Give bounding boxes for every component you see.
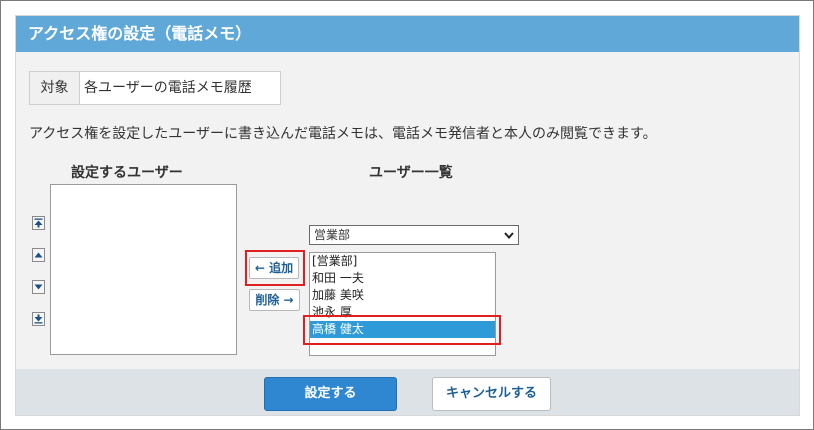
selected-users-list[interactable] <box>50 184 237 355</box>
add-button[interactable]: ← 追加 <box>249 257 299 279</box>
footer-bar: 設定する キャンセルする <box>16 369 799 415</box>
target-label: 対象 <box>30 72 80 104</box>
list-item[interactable]: 池永 厚 <box>310 304 495 321</box>
arrow-down-icon <box>34 284 43 290</box>
move-to-bottom-button[interactable] <box>32 312 45 326</box>
user-list[interactable]: [営業部] 和田 一夫 加藤 美咲 池永 厚 高橋 健太 <box>309 252 496 356</box>
move-down-button[interactable] <box>32 280 45 294</box>
list-item[interactable]: 加藤 美咲 <box>310 287 495 304</box>
list-item[interactable]: 和田 一夫 <box>310 270 495 287</box>
page-title: アクセス権の設定（電話メモ） <box>16 16 799 52</box>
list-item-selected[interactable]: 高橋 健太 <box>310 321 495 338</box>
cancel-button[interactable]: キャンセルする <box>432 377 551 411</box>
access-settings-panel: アクセス権の設定（電話メモ） 対象 各ユーザーの電話メモ履歴 アクセス権を設定し… <box>15 15 800 416</box>
chevron-down-icon <box>504 232 514 240</box>
dialog-window: アクセス権の設定（電話メモ） 対象 各ユーザーの電話メモ履歴 アクセス権を設定し… <box>0 0 814 430</box>
target-value: 各ユーザーの電話メモ履歴 <box>84 80 252 96</box>
remove-button[interactable]: 削除 → <box>249 289 300 311</box>
target-row: 対象 各ユーザーの電話メモ履歴 <box>29 71 281 105</box>
move-to-top-button[interactable] <box>32 216 45 230</box>
submit-button[interactable]: 設定する <box>264 377 397 411</box>
group-select-value: 営業部 <box>314 228 351 242</box>
arrow-up-icon <box>34 252 43 258</box>
selected-users-heading: 設定するユーザー <box>71 165 183 181</box>
user-list-heading: ユーザー一覧 <box>369 165 453 181</box>
move-bottom-icon <box>34 314 43 324</box>
move-up-button[interactable] <box>32 248 45 262</box>
list-item[interactable]: [営業部] <box>310 253 495 270</box>
description-text: アクセス権を設定したユーザーに書き込んだ電話メモは、電話メモ発信者と本人のみ閲覧… <box>29 126 657 142</box>
group-select[interactable]: 営業部 <box>309 225 519 245</box>
move-top-icon <box>34 218 43 228</box>
